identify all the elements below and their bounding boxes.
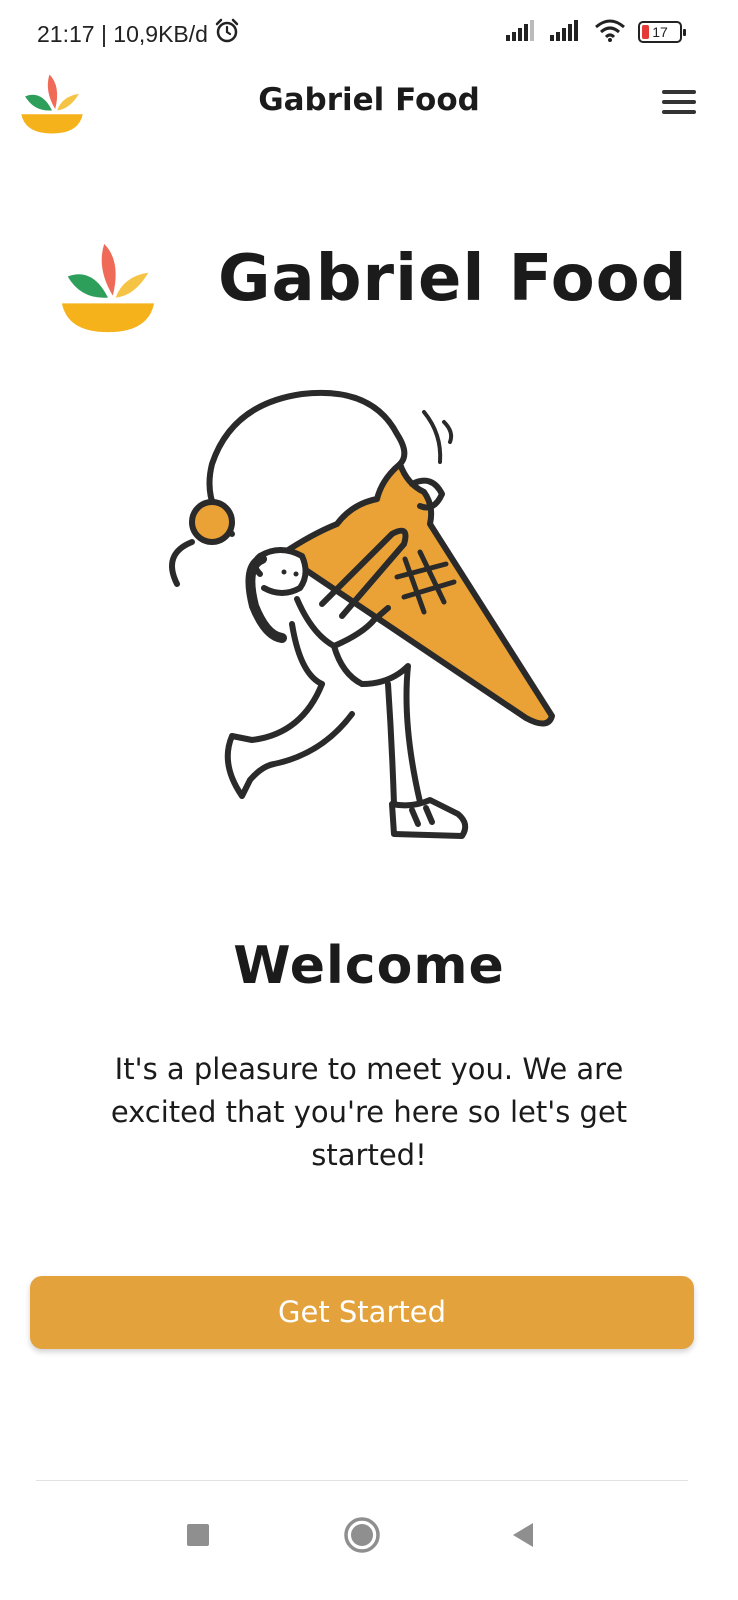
system-nav-bar (0, 1482, 738, 1600)
brand-title: Gabriel Food (218, 242, 688, 316)
hamburger-menu-icon[interactable] (662, 88, 698, 116)
get-started-button[interactable]: Get Started (30, 1276, 694, 1349)
status-time: 21:17 | 10,9KB/d (37, 20, 208, 47)
alarm-icon (214, 18, 240, 50)
header-title: Gabriel Food (258, 82, 480, 118)
brand-logo-icon (58, 240, 158, 340)
welcome-message: It's a pleasure to meet you. We are exci… (110, 1052, 628, 1172)
home-icon[interactable] (337, 1510, 387, 1560)
status-bar: 21:17 | 10,9KB/d 17 (0, 0, 738, 64)
status-left: 21:17 | 10,9KB/d (37, 18, 240, 50)
back-icon[interactable] (498, 1510, 548, 1560)
welcome-title: Welcome (233, 936, 505, 996)
recent-apps-icon[interactable] (173, 1510, 223, 1560)
signal-icon (506, 19, 538, 45)
battery-level: 17 (652, 24, 668, 40)
wifi-icon (594, 18, 626, 46)
signal-icon (550, 19, 582, 45)
status-right: 17 (506, 18, 686, 46)
battery-icon: 17 (638, 21, 686, 43)
nav-divider (36, 1480, 688, 1481)
ice-cream-illustration (162, 384, 562, 848)
app-header: Gabriel Food (0, 64, 738, 144)
